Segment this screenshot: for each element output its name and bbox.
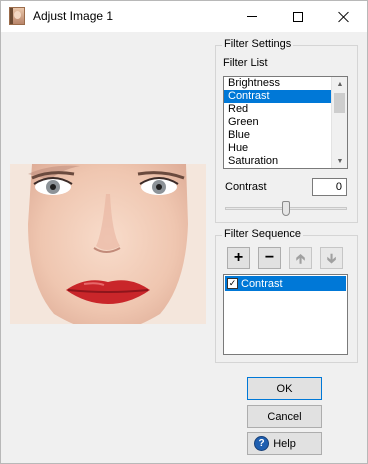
arrow-down-icon: 🡳	[326, 250, 337, 266]
remove-filter-button[interactable]: −	[258, 247, 281, 269]
filter-item-green[interactable]: Green	[224, 116, 332, 129]
help-button-label: Help	[273, 437, 296, 450]
minimize-button[interactable]	[229, 1, 275, 32]
image-preview	[10, 164, 206, 324]
arrow-up-icon: 🡱	[295, 250, 306, 266]
maximize-button[interactable]	[275, 1, 321, 32]
sequence-item-checkbox[interactable]: ✓	[227, 278, 238, 289]
filter-sequence-list[interactable]: ✓ Contrast	[223, 274, 348, 355]
scroll-down-icon[interactable]: ▼	[332, 154, 347, 168]
filter-item-blue[interactable]: Blue	[224, 129, 332, 142]
face-photo	[10, 164, 206, 324]
filter-item-brightness[interactable]: Brightness	[224, 77, 332, 90]
filter-item-hue[interactable]: Hue	[224, 142, 332, 155]
scroll-thumb[interactable]	[334, 93, 345, 113]
sequence-item-label: Contrast	[241, 277, 283, 290]
filter-list-scrollbar[interactable]: ▲ ▼	[331, 77, 347, 168]
scroll-up-icon[interactable]: ▲	[332, 77, 347, 91]
help-button[interactable]: ? Help	[247, 432, 322, 455]
filter-item-saturation[interactable]: Saturation	[224, 155, 332, 168]
add-filter-button[interactable]: +	[227, 247, 250, 269]
plus-icon: +	[233, 249, 244, 266]
minimize-icon	[247, 16, 257, 17]
ok-button[interactable]: OK	[247, 377, 322, 400]
cancel-button[interactable]: Cancel	[247, 405, 322, 428]
contrast-label: Contrast	[225, 181, 267, 193]
filter-item-red[interactable]: Red	[224, 103, 332, 116]
sequence-item[interactable]: ✓ Contrast	[225, 276, 346, 291]
minus-icon: −	[264, 249, 275, 266]
move-down-button[interactable]: 🡳	[320, 247, 343, 269]
close-icon	[338, 11, 350, 23]
contrast-slider[interactable]	[223, 198, 349, 218]
slider-thumb[interactable]	[282, 201, 290, 216]
contrast-value-field[interactable]: 0	[312, 178, 347, 196]
maximize-icon	[293, 11, 303, 22]
window-title: Adjust Image 1	[33, 9, 114, 23]
filter-sequence-title: Filter Sequence	[222, 228, 304, 240]
close-button[interactable]	[321, 1, 367, 32]
filter-settings-title: Filter Settings	[222, 38, 294, 50]
help-icon: ?	[254, 436, 269, 451]
move-up-button[interactable]: 🡱	[289, 247, 312, 269]
app-icon	[9, 7, 25, 25]
filter-item-contrast[interactable]: Contrast	[224, 90, 332, 103]
filter-list[interactable]: Brightness Contrast Red Green Blue Hue S…	[223, 76, 348, 169]
title-bar[interactable]: Adjust Image 1	[1, 1, 367, 32]
filter-list-label: Filter List	[223, 57, 268, 69]
adjust-image-dialog: Adjust Image 1 Filter Settings Filter Li…	[0, 0, 368, 464]
